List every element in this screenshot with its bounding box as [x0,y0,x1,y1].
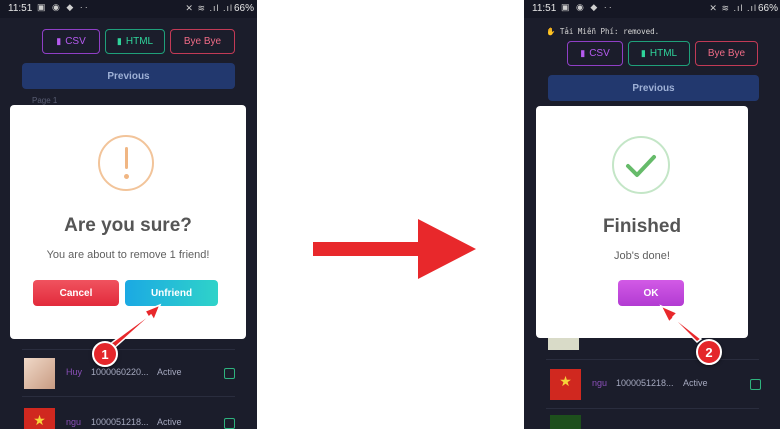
big-right-arrow-icon [313,219,476,279]
step-badge: 2 [696,339,722,365]
pointer-arrow-icon [109,303,162,351]
step-badge: 1 [92,341,118,367]
annotation-overlay [109,219,703,351]
pointer-arrow-icon [659,304,703,343]
